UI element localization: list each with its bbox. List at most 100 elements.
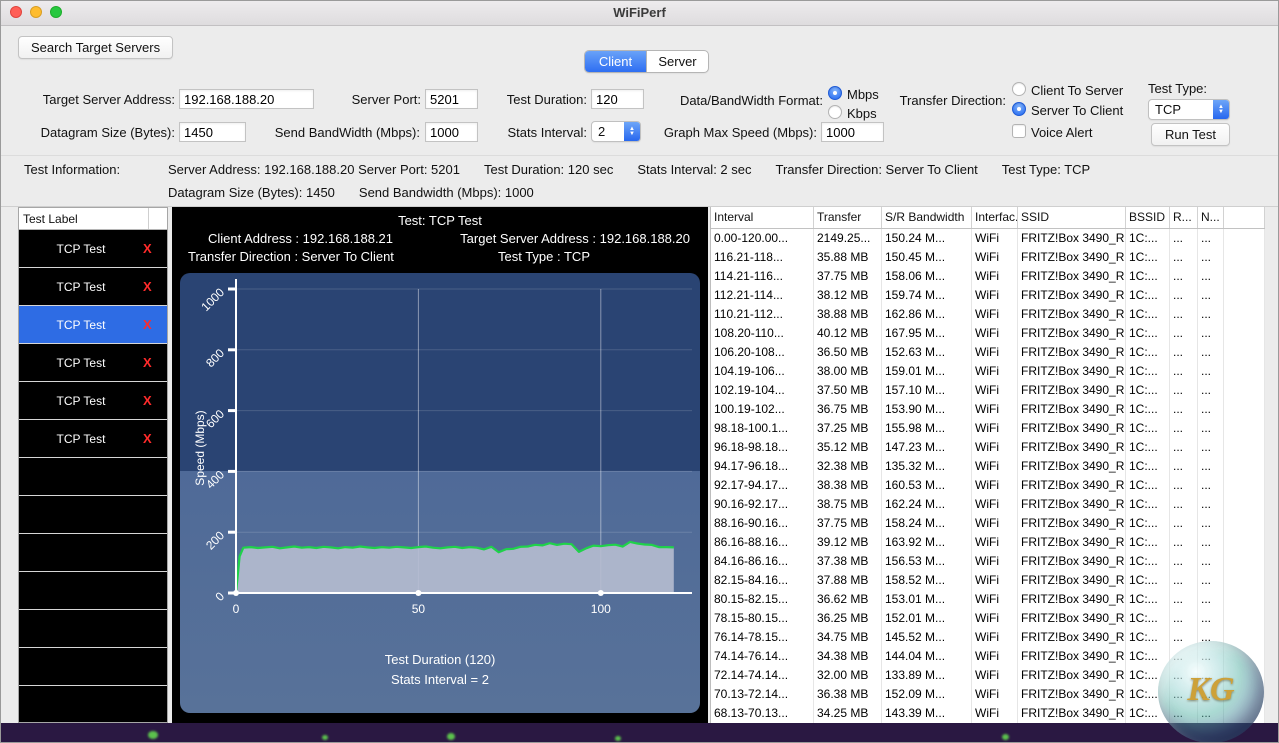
column-header[interactable]: N...: [1198, 207, 1224, 228]
svg-text:0: 0: [233, 602, 240, 616]
table-row[interactable]: 112.21-114...38.12 MB159.74 M...WiFiFRIT…: [711, 286, 1265, 305]
table-row[interactable]: 80.15-82.15...36.62 MB153.01 M...WiFiFRI…: [711, 590, 1265, 609]
column-header[interactable]: BSSID: [1126, 207, 1170, 228]
table-row[interactable]: 98.18-100.1...37.25 MB155.98 M...WiFiFRI…: [711, 419, 1265, 438]
send-bandwidth-input[interactable]: [425, 122, 478, 142]
table-row[interactable]: 102.19-104...37.50 MB157.10 M...WiFiFRIT…: [711, 381, 1265, 400]
test-list-item[interactable]: TCP TestX: [19, 306, 167, 344]
table-row[interactable]: 82.15-84.16...37.88 MB158.52 M...WiFiFRI…: [711, 571, 1265, 590]
datagram-size-input[interactable]: [179, 122, 246, 142]
delete-test-button[interactable]: X: [143, 317, 167, 332]
table-cell: 40.12 MB: [814, 324, 882, 343]
tab-client[interactable]: Client: [585, 51, 646, 72]
table-row[interactable]: 70.13-72.14...36.38 MB152.09 M...WiFiFRI…: [711, 685, 1265, 704]
info-test-duration: Test Duration: 120 sec: [484, 162, 613, 177]
column-header[interactable]: Interval: [711, 207, 814, 228]
table-cell: FRITZ!Box 3490_RPT: [1018, 343, 1126, 362]
table-cell: 36.75 MB: [814, 400, 882, 419]
search-target-servers-button[interactable]: Search Target Servers: [18, 36, 173, 59]
table-cell: 1C:...: [1126, 457, 1170, 476]
delete-test-button[interactable]: X: [143, 431, 167, 446]
table-cell: ...: [1198, 647, 1224, 666]
transfer-server-to-client-radio[interactable]: [1012, 102, 1026, 116]
table-cell: 1C:...: [1126, 324, 1170, 343]
target-server-address-input[interactable]: [179, 89, 314, 109]
table-row[interactable]: 116.21-118...35.88 MB150.45 M...WiFiFRIT…: [711, 248, 1265, 267]
table-row[interactable]: 108.20-110...40.12 MB167.95 M...WiFiFRIT…: [711, 324, 1265, 343]
table-row[interactable]: 100.19-102...36.75 MB153.90 M...WiFiFRIT…: [711, 400, 1265, 419]
table-row[interactable]: 76.14-78.15...34.75 MB145.52 M...WiFiFRI…: [711, 628, 1265, 647]
table-cell: 70.13-72.14...: [711, 685, 814, 704]
table-row[interactable]: 96.18-98.18...35.12 MB147.23 M...WiFiFRI…: [711, 438, 1265, 457]
table-row[interactable]: 110.21-112...38.88 MB162.86 M...WiFiFRIT…: [711, 305, 1265, 324]
table-cell: 35.88 MB: [814, 248, 882, 267]
test-list-item[interactable]: TCP TestX: [19, 420, 167, 458]
run-test-button[interactable]: Run Test: [1151, 123, 1230, 146]
table-cell: ...: [1198, 628, 1224, 647]
delete-test-button[interactable]: X: [143, 355, 167, 370]
table-cell: WiFi: [972, 590, 1018, 609]
test-list-item[interactable]: TCP TestX: [19, 382, 167, 420]
table-cell: 1C:...: [1126, 438, 1170, 457]
table-cell: FRITZ!Box 3490_RPT: [1018, 685, 1126, 704]
table-cell: 1C:...: [1126, 685, 1170, 704]
column-header[interactable]: Transfer: [814, 207, 882, 228]
column-header[interactable]: SSID: [1018, 207, 1126, 228]
table-cell: WiFi: [972, 438, 1018, 457]
table-cell: [1224, 305, 1265, 324]
table-row[interactable]: 74.14-76.14...34.38 MB144.04 M...WiFiFRI…: [711, 647, 1265, 666]
column-header[interactable]: Interfac...: [972, 207, 1018, 228]
table-cell: [1224, 419, 1265, 438]
table-row[interactable]: 88.16-90.16...37.75 MB158.24 M...WiFiFRI…: [711, 514, 1265, 533]
table-row[interactable]: 68.13-70.13...34.25 MB143.39 M...WiFiFRI…: [711, 704, 1265, 723]
table-row[interactable]: 94.17-96.18...32.38 MB135.32 M...WiFiFRI…: [711, 457, 1265, 476]
table-cell: ...: [1198, 514, 1224, 533]
test-list-item[interactable]: TCP TestX: [19, 344, 167, 382]
test-list-item[interactable]: TCP TestX: [19, 268, 167, 306]
table-cell: ...: [1170, 628, 1198, 647]
table-row[interactable]: 86.16-88.16...39.12 MB163.92 M...WiFiFRI…: [711, 533, 1265, 552]
table-cell: 150.45 M...: [882, 248, 972, 267]
close-window-button[interactable]: [10, 6, 22, 18]
voice-alert-checkbox[interactable]: [1012, 124, 1026, 138]
delete-test-button[interactable]: X: [143, 393, 167, 408]
table-cell: ...: [1170, 229, 1198, 248]
table-row[interactable]: 84.16-86.16...37.38 MB156.53 M...WiFiFRI…: [711, 552, 1265, 571]
stats-interval-select[interactable]: 2 ▲▼: [591, 121, 641, 142]
format-mbps-radio[interactable]: [828, 86, 842, 100]
graph-max-speed-input[interactable]: [821, 122, 884, 142]
minimize-window-button[interactable]: [30, 6, 42, 18]
chart-transfer-direction: Transfer Direction : Server To Client: [188, 249, 394, 264]
test-duration-input[interactable]: [591, 89, 644, 109]
column-header[interactable]: R...: [1170, 207, 1198, 228]
table-row[interactable]: 0.00-120.00...2149.25...150.24 M...WiFiF…: [711, 229, 1265, 248]
test-label-column-header[interactable]: Test Label: [19, 212, 148, 226]
table-row[interactable]: 106.20-108...36.50 MB152.63 M...WiFiFRIT…: [711, 343, 1265, 362]
delete-test-button[interactable]: X: [143, 241, 167, 256]
table-row[interactable]: 92.17-94.17...38.38 MB160.53 M...WiFiFRI…: [711, 476, 1265, 495]
transfer-server-to-client-label: Server To Client: [1031, 103, 1123, 118]
table-row[interactable]: 72.14-74.14...32.00 MB133.89 M...WiFiFRI…: [711, 666, 1265, 685]
transfer-client-to-server-radio[interactable]: [1012, 82, 1026, 96]
table-cell: WiFi: [972, 495, 1018, 514]
tab-server[interactable]: Server: [646, 51, 708, 72]
test-list-empty-row: [19, 610, 167, 648]
table-row[interactable]: 104.19-106...38.00 MB159.01 M...WiFiFRIT…: [711, 362, 1265, 381]
table-cell: FRITZ!Box 3490_RPT: [1018, 248, 1126, 267]
table-cell: 152.63 M...: [882, 343, 972, 362]
table-cell: 1C:...: [1126, 381, 1170, 400]
format-kbps-radio[interactable]: [828, 105, 842, 119]
column-header[interactable]: S/R Bandwidth: [882, 207, 972, 228]
table-row[interactable]: 90.16-92.17...38.75 MB162.24 M...WiFiFRI…: [711, 495, 1265, 514]
delete-test-button[interactable]: X: [143, 279, 167, 294]
table-cell: ...: [1170, 419, 1198, 438]
table-cell: 37.88 MB: [814, 571, 882, 590]
test-type-select[interactable]: TCP ▲▼: [1148, 99, 1230, 120]
table-cell: 34.75 MB: [814, 628, 882, 647]
results-body: 0.00-120.00...2149.25...150.24 M...WiFiF…: [711, 229, 1265, 723]
server-port-input[interactable]: [425, 89, 478, 109]
zoom-window-button[interactable]: [50, 6, 62, 18]
table-row[interactable]: 78.15-80.15...36.25 MB152.01 M...WiFiFRI…: [711, 609, 1265, 628]
test-list-item[interactable]: TCP TestX: [19, 230, 167, 268]
table-row[interactable]: 114.21-116...37.75 MB158.06 M...WiFiFRIT…: [711, 267, 1265, 286]
